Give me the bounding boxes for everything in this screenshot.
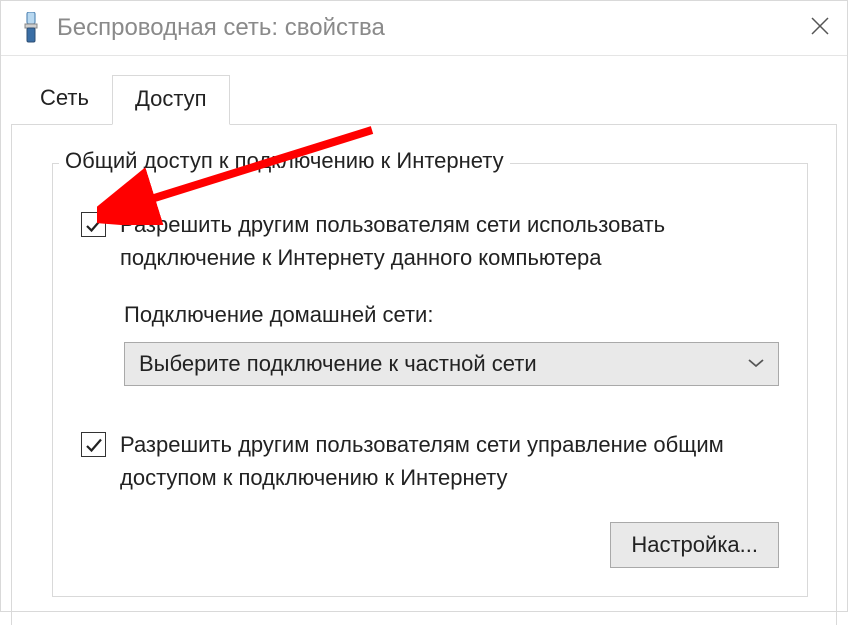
tab-access[interactable]: Доступ — [112, 75, 230, 125]
tabstrip: Сеть Доступ — [17, 74, 837, 124]
tab-network[interactable]: Сеть — [17, 74, 112, 124]
groupbox-legend: Общий доступ к подключению к Интернету — [59, 148, 510, 174]
home-connection-dropdown[interactable]: Выберите подключение к частной сети — [124, 342, 779, 386]
window-title: Беспроводная сеть: свойства — [57, 14, 792, 42]
tabpanel-access: Общий доступ к подключению к Интернету Р… — [11, 124, 837, 625]
client-area: Сеть Доступ Общий доступ к подключению к… — [1, 56, 847, 625]
settings-button[interactable]: Настройка... — [610, 522, 779, 568]
titlebar: Беспроводная сеть: свойства — [1, 1, 847, 56]
check-icon — [85, 436, 103, 454]
allow-control-row: Разрешить другим пользователям сети упра… — [81, 428, 779, 494]
allow-share-label: Разрешить другим пользователям сети испо… — [120, 208, 779, 274]
allow-control-checkbox[interactable] — [81, 432, 106, 457]
chevron-down-icon — [748, 355, 764, 373]
allow-control-label: Разрешить другим пользователям сети упра… — [120, 428, 779, 494]
properties-window: Беспроводная сеть: свойства Сеть Доступ … — [0, 0, 848, 612]
ics-groupbox: Общий доступ к подключению к Интернету Р… — [52, 163, 808, 597]
check-icon — [85, 216, 103, 234]
wireless-adapter-icon — [21, 12, 41, 44]
dropdown-selected-text: Выберите подключение к частной сети — [139, 351, 537, 377]
settings-row: Настройка... — [81, 522, 779, 568]
allow-share-row: Разрешить другим пользователям сети испо… — [81, 208, 779, 274]
close-button[interactable] — [792, 1, 847, 56]
close-icon — [811, 15, 829, 41]
allow-share-checkbox[interactable] — [81, 212, 106, 237]
home-connection-label: Подключение домашней сети: — [124, 302, 779, 328]
